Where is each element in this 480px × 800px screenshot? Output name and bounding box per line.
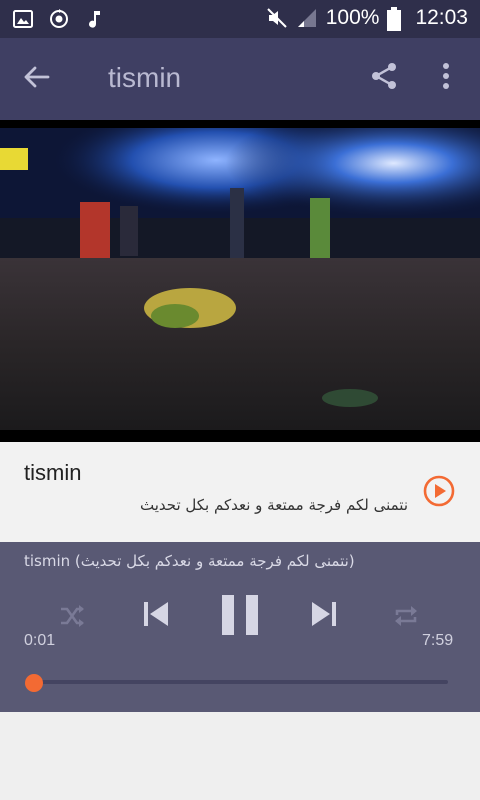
player-controls: tismin (نتمنى لكم فرجة ممتعة و نعدكم بكل…: [0, 542, 480, 712]
toolbar-title: tismin: [108, 62, 182, 93]
shuffle-button[interactable]: [52, 598, 92, 638]
next-icon: [308, 598, 340, 634]
app-toolbar: tismin: [0, 38, 480, 120]
next-button[interactable]: [302, 594, 346, 638]
clock: 12:03: [415, 6, 468, 29]
sync-icon: [48, 8, 70, 30]
back-button[interactable]: [18, 61, 54, 97]
track-title: tismin: [24, 460, 82, 485]
status-bar: 100% 12:03: [0, 0, 480, 38]
image-icon: [12, 8, 34, 30]
shuffle-icon: [57, 601, 87, 635]
mute-icon: [266, 7, 288, 29]
seek-thumb[interactable]: [24, 674, 43, 692]
empty-area: [0, 712, 480, 800]
track-info-panel[interactable]: tismin نتمنى لكم فرجة ممتعة و نعدكم بكل …: [0, 442, 480, 542]
status-bar-notifications: [12, 8, 106, 30]
previous-icon: [140, 598, 172, 634]
more-vert-icon: [442, 62, 450, 94]
pause-button[interactable]: [214, 592, 266, 642]
signal-icon: [296, 7, 318, 29]
total-duration: 7:59: [422, 632, 454, 649]
track-subtitle: نتمنى لكم فرجة ممتعة و نعدكم بكل تحديث: [140, 496, 408, 514]
status-bar-system: 100% 12:03: [266, 6, 468, 31]
play-circle-icon: [422, 475, 456, 512]
repeat-icon: [391, 601, 421, 635]
pause-icon: [220, 593, 260, 641]
music-note-icon: [84, 8, 106, 30]
video-player[interactable]: [0, 120, 480, 442]
battery-percent: 100%: [325, 6, 380, 29]
share-icon: [369, 61, 399, 95]
battery-icon: [387, 7, 402, 31]
elapsed-time: 0:01: [24, 632, 56, 649]
share-button[interactable]: [366, 60, 402, 96]
now-playing-text: tismin (نتمنى لكم فرجة ممتعة و نعدكم بكل…: [24, 552, 355, 570]
previous-button[interactable]: [134, 594, 178, 638]
back-arrow-icon: [22, 63, 50, 95]
track-play-button[interactable]: [422, 474, 456, 508]
repeat-button[interactable]: [386, 598, 426, 638]
video-frame: [0, 128, 480, 430]
overflow-menu-button[interactable]: [432, 60, 460, 96]
seek-bar[interactable]: [32, 680, 448, 684]
